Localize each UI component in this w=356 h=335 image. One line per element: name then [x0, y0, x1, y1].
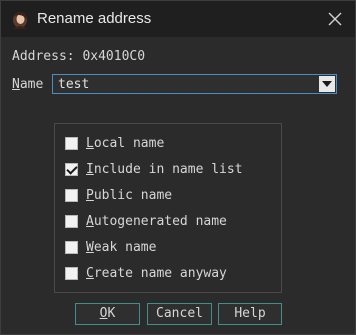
address-line: Address: 0x4010C0: [12, 49, 145, 64]
name-options-group: Local name Include in name list Public n…: [54, 123, 282, 293]
checkbox-label: Public name: [86, 188, 173, 203]
address-value: 0x4010C0: [82, 49, 146, 64]
checkbox-label: Include in name list: [86, 162, 243, 177]
checkbox-label: Autogenerated name: [86, 214, 227, 229]
checkbox-box[interactable]: [65, 137, 78, 150]
name-label: Name: [12, 77, 43, 92]
help-button[interactable]: Help: [218, 303, 282, 325]
dropdown-arrow-icon[interactable]: [319, 76, 335, 92]
name-label-mnemonic: N: [12, 77, 20, 92]
name-input[interactable]: [53, 75, 320, 93]
address-label: Address:: [12, 49, 75, 64]
name-label-rest: ame: [19, 77, 44, 92]
ok-button[interactable]: OK: [75, 303, 140, 325]
cancel-button[interactable]: Cancel: [147, 303, 212, 325]
checkmark-icon: [66, 163, 78, 175]
checkbox-box[interactable]: [65, 189, 78, 202]
checkbox-box[interactable]: [65, 163, 78, 176]
dialog-title: Rename address: [37, 10, 152, 27]
checkbox-box[interactable]: [65, 241, 78, 254]
checkbox-box[interactable]: [65, 215, 78, 228]
title-bar[interactable]: Rename address: [1, 1, 355, 37]
rename-address-dialog: Rename address Address: 0x4010C0 Name Lo…: [0, 0, 356, 335]
name-combobox[interactable]: [52, 74, 337, 94]
checkbox-label: Local name: [86, 136, 165, 151]
user-avatar-icon: [13, 11, 27, 29]
close-icon[interactable]: [323, 7, 347, 31]
checkbox-label: Weak name: [86, 240, 157, 255]
checkbox-box[interactable]: [65, 267, 78, 280]
checkbox-label: Create name anyway: [86, 266, 227, 281]
